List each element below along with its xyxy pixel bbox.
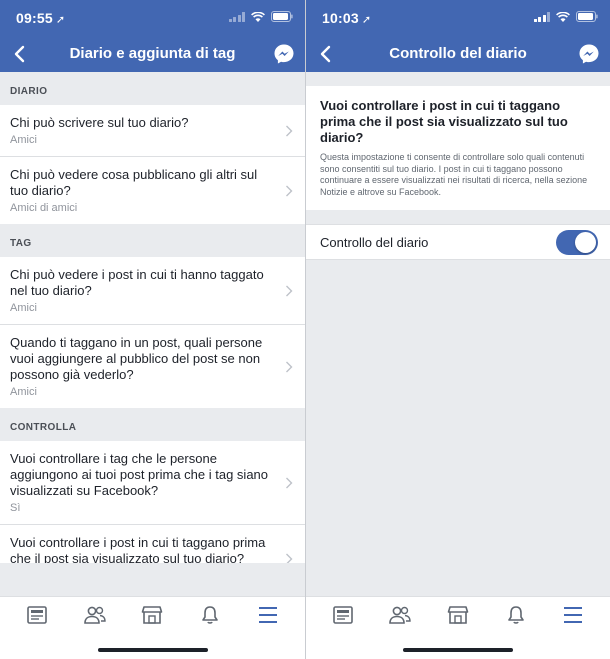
tab-news-feed[interactable] — [25, 603, 49, 627]
section-controlla: Vuoi controllare i tag che le persone ag… — [0, 441, 305, 563]
section-diario: Chi può scrivere sul tuo diario? Amici C… — [0, 105, 305, 224]
wifi-icon — [251, 11, 265, 22]
chevron-right-icon — [286, 477, 293, 488]
news-feed-icon — [27, 605, 47, 624]
nav-bar: Controllo del diario — [306, 36, 610, 72]
list-item[interactable]: Vuoi controllare i post in cui ti taggan… — [0, 525, 305, 563]
news-feed-icon — [332, 605, 353, 624]
tab-notifications[interactable] — [198, 603, 222, 627]
row-question: Chi può vedere cosa pubblicano gli altri… — [10, 167, 258, 198]
timeline-review-switch[interactable] — [556, 230, 598, 255]
location-icon: ➚ — [361, 14, 372, 26]
timeline-review-settings: Vuoi controllare i post in cui ti taggan… — [306, 72, 610, 563]
location-icon: ➚ — [55, 14, 66, 26]
row-answer: Amici — [10, 386, 37, 398]
toggle-label: Controllo del diario — [320, 235, 429, 250]
home-indicator-bar — [306, 632, 610, 659]
marketplace-icon — [447, 605, 469, 624]
row-question: Vuoi controllare i post in cui ti taggan… — [10, 535, 266, 563]
page-title: Controllo del diario — [389, 45, 527, 62]
chevron-right-icon — [286, 185, 293, 196]
info-description: Questa impostazione ti consente di contr… — [320, 152, 588, 197]
menu-icon — [259, 606, 278, 623]
messenger-icon[interactable] — [273, 43, 295, 65]
tab-friends[interactable] — [83, 603, 107, 627]
chevron-left-icon[interactable] — [10, 44, 30, 64]
chevron-right-icon — [286, 361, 293, 372]
tab-news-feed[interactable] — [331, 603, 355, 627]
row-question: Vuoi controllare i tag che le persone ag… — [10, 451, 269, 498]
row-answer: Amici — [10, 134, 37, 146]
status-bar: 10:03 ➚ — [306, 0, 610, 36]
signal-icon — [228, 11, 245, 22]
info-heading: Vuoi controllare i post in cui ti taggan… — [320, 98, 568, 145]
section-header-diario: DIARIO — [10, 86, 48, 97]
switch-knob — [575, 232, 596, 253]
row-answer: Sì — [10, 502, 21, 514]
page-title: Diario e aggiunta di tag — [69, 45, 236, 62]
nav-bar: Diario e aggiunta di tag — [0, 36, 305, 72]
home-indicator-bar — [0, 632, 305, 659]
timeline-review-toggle-row: Controllo del diario — [306, 224, 610, 260]
friends-icon — [83, 606, 106, 624]
tab-bar — [0, 596, 305, 632]
status-indicators — [228, 11, 294, 22]
status-time-text: 10:03 — [322, 10, 359, 26]
section-tag: Chi può vedere i post in cui ti hanno ta… — [0, 257, 305, 408]
notifications-icon — [202, 605, 219, 624]
tab-menu[interactable] — [256, 603, 280, 627]
tab-menu[interactable] — [561, 603, 585, 627]
right-screen: 10:03 ➚ Controllo del diario Vuoi control… — [305, 0, 610, 659]
status-indicators — [533, 11, 599, 22]
row-answer: Amici di amici — [10, 202, 78, 214]
row-answer: Amici — [10, 302, 37, 314]
chevron-right-icon — [286, 125, 293, 136]
tab-friends[interactable] — [388, 603, 412, 627]
tab-bar — [306, 596, 610, 632]
list-item[interactable]: Quando ti taggano in un post, quali pers… — [0, 325, 305, 408]
chevron-right-icon — [286, 285, 293, 296]
list-item[interactable]: Chi può vedere i post in cui ti hanno ta… — [0, 257, 305, 325]
tab-marketplace[interactable] — [446, 603, 470, 627]
row-question: Quando ti taggano in un post, quali pers… — [10, 335, 263, 382]
marketplace-icon — [142, 605, 163, 624]
notifications-icon — [507, 605, 524, 624]
chevron-left-icon[interactable] — [316, 44, 336, 64]
section-header-controlla: CONTROLLA — [10, 422, 77, 433]
settings-list: DIARIO Chi può scrivere sul tuo diario? … — [0, 72, 305, 563]
battery-icon — [576, 11, 598, 22]
status-time: 10:03 ➚ — [322, 10, 371, 26]
messenger-icon[interactable] — [578, 43, 600, 65]
status-time-text: 09:55 — [16, 10, 53, 26]
home-indicator[interactable] — [97, 648, 208, 652]
battery-icon — [271, 11, 293, 22]
chevron-right-icon — [286, 553, 293, 563]
wifi-icon — [556, 11, 570, 22]
tab-marketplace[interactable] — [140, 603, 164, 627]
menu-icon — [564, 606, 583, 623]
home-indicator[interactable] — [403, 648, 513, 652]
section-header-tag: TAG — [10, 238, 32, 249]
tab-notifications[interactable] — [504, 603, 528, 627]
info-card: Vuoi controllare i post in cui ti taggan… — [306, 86, 610, 210]
list-item[interactable]: Chi può vedere cosa pubblicano gli altri… — [0, 157, 305, 224]
row-question: Chi può vedere i post in cui ti hanno ta… — [10, 267, 264, 298]
status-time: 09:55 ➚ — [16, 10, 65, 26]
row-question: Chi può scrivere sul tuo diario? — [10, 115, 189, 130]
list-item[interactable]: Vuoi controllare i tag che le persone ag… — [0, 441, 305, 525]
list-item[interactable]: Chi può scrivere sul tuo diario? Amici — [0, 105, 305, 157]
signal-icon — [533, 11, 550, 22]
left-screen: 09:55 ➚ Diario e aggiunta di tag DIARIO C… — [0, 0, 305, 659]
status-bar: 09:55 ➚ — [0, 0, 305, 36]
friends-icon — [389, 606, 412, 624]
